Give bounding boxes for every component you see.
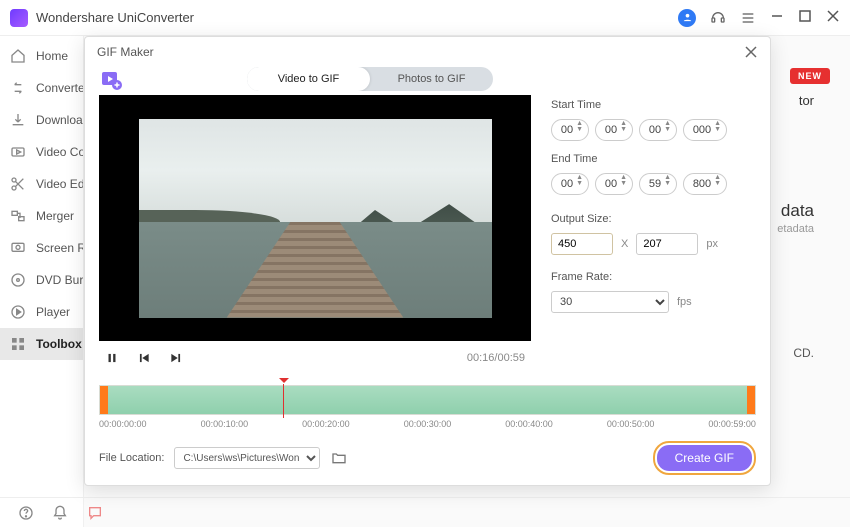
- sidebar-item-screen-recorder[interactable]: Screen Recorder: [0, 232, 83, 264]
- create-gif-button[interactable]: Create GIF: [657, 445, 752, 471]
- playhead[interactable]: [283, 378, 284, 418]
- dialog-title: GIF Maker: [97, 45, 154, 59]
- bg-fragment: etadata: [777, 223, 814, 235]
- sidebar-item-player[interactable]: Player: [0, 296, 83, 328]
- sidebar-item-dvd-burner[interactable]: DVD Burner: [0, 264, 83, 296]
- framerate-select[interactable]: 30: [551, 291, 669, 313]
- bg-fragment: data: [781, 201, 814, 221]
- user-avatar[interactable]: [678, 9, 696, 27]
- ruler-tick: 00:00:50:00: [607, 419, 655, 429]
- output-height-input[interactable]: [636, 233, 698, 255]
- window-maximize-button[interactable]: [798, 9, 812, 26]
- sidebar-item-label: Player: [36, 305, 70, 319]
- trim-end-handle[interactable]: [747, 386, 755, 414]
- stepper-arrows-icon[interactable]: ▲▼: [714, 175, 721, 187]
- start-minutes-input[interactable]: [595, 119, 633, 141]
- titlebar: Wondershare UniConverter: [0, 0, 850, 36]
- multiply-label: X: [621, 238, 628, 250]
- sidebar-item-label: Downloader: [36, 113, 83, 127]
- tab-video-to-gif[interactable]: Video to GIF: [247, 67, 370, 91]
- ruler-tick: 00:00:59:00: [708, 419, 756, 429]
- sidebar-item-video-compressor[interactable]: Video Compressor: [0, 136, 83, 168]
- sidebar-item-merger[interactable]: Merger: [0, 200, 83, 232]
- file-location-select[interactable]: C:\Users\ws\Pictures\Wonders: [174, 447, 320, 469]
- video-preview[interactable]: [99, 95, 531, 341]
- px-label: px: [706, 238, 718, 250]
- ruler-tick: 00:00:10:00: [201, 419, 249, 429]
- start-seconds-input[interactable]: [639, 119, 677, 141]
- fps-label: fps: [677, 296, 692, 308]
- sidebar-item-label: Screen Recorder: [36, 241, 83, 255]
- end-time-label: End Time: [551, 153, 756, 165]
- end-hours-input[interactable]: [551, 173, 589, 195]
- app-title: Wondershare UniConverter: [36, 10, 678, 25]
- bg-fragment: CD.: [793, 346, 814, 360]
- ruler-tick: 00:00:40:00: [505, 419, 553, 429]
- stepper-arrows-icon[interactable]: ▲▼: [664, 121, 671, 133]
- sidebar-item-label: DVD Burner: [36, 273, 83, 287]
- stepper-arrows-icon[interactable]: ▲▼: [620, 175, 627, 187]
- stepper-arrows-icon[interactable]: ▲▼: [714, 121, 721, 133]
- sidebar-item-home[interactable]: Home: [0, 40, 83, 72]
- ruler-tick: 00:00:00:00: [99, 419, 147, 429]
- menu-icon[interactable]: [740, 10, 756, 26]
- sidebar-item-downloader[interactable]: Downloader: [0, 104, 83, 136]
- gif-maker-dialog: GIF Maker Video to GIF Photos to GIF 00:: [84, 36, 771, 486]
- file-location-label: File Location:: [99, 452, 164, 464]
- framerate-label: Frame Rate:: [551, 271, 756, 283]
- window-close-button[interactable]: [826, 9, 840, 26]
- feedback-icon[interactable]: [86, 505, 104, 521]
- sidebar-item-converter[interactable]: Converter: [0, 72, 83, 104]
- output-size-label: Output Size:: [551, 213, 756, 225]
- pause-button[interactable]: [105, 351, 119, 365]
- start-time-label: Start Time: [551, 99, 756, 111]
- mode-tabs: Video to GIF Photos to GIF: [247, 67, 493, 91]
- ruler-tick: 00:00:30:00: [404, 419, 452, 429]
- start-hours-input[interactable]: [551, 119, 589, 141]
- stepper-arrows-icon[interactable]: ▲▼: [576, 175, 583, 187]
- sidebar-item-label: Merger: [36, 209, 74, 223]
- sidebar-item-label: Home: [36, 49, 68, 63]
- tab-photos-to-gif[interactable]: Photos to GIF: [370, 67, 493, 91]
- stepper-arrows-icon[interactable]: ▲▼: [664, 175, 671, 187]
- notifications-icon[interactable]: [52, 505, 68, 521]
- stepper-arrows-icon[interactable]: ▲▼: [576, 121, 583, 133]
- end-minutes-input[interactable]: [595, 173, 633, 195]
- sidebar-item-label: Video Compressor: [36, 145, 83, 159]
- timeline-ruler: 00:00:00:00 00:00:10:00 00:00:20:00 00:0…: [99, 415, 756, 429]
- open-folder-button[interactable]: [330, 450, 348, 466]
- support-icon[interactable]: [710, 10, 726, 26]
- end-seconds-input[interactable]: [639, 173, 677, 195]
- playback-timecode: 00:16/00:59: [467, 352, 525, 364]
- bg-fragment: tor: [799, 93, 814, 108]
- trim-timeline[interactable]: [99, 385, 756, 415]
- sidebar-item-video-editor[interactable]: Video Editor: [0, 168, 83, 200]
- output-width-input[interactable]: [551, 233, 613, 255]
- dialog-close-button[interactable]: [744, 45, 758, 59]
- next-frame-button[interactable]: [169, 351, 183, 365]
- create-gif-highlight: Create GIF: [653, 441, 756, 475]
- sidebar-item-toolbox[interactable]: Toolbox: [0, 328, 83, 360]
- status-bar: [0, 497, 850, 527]
- stepper-arrows-icon[interactable]: ▲▼: [620, 121, 627, 133]
- trim-start-handle[interactable]: [100, 386, 108, 414]
- sidebar-item-label: Toolbox: [36, 337, 82, 351]
- video-thumbnail: [139, 119, 492, 318]
- sidebar-item-label: Converter: [36, 81, 83, 95]
- sidebar: Home Converter Downloader Video Compress…: [0, 36, 84, 527]
- help-icon[interactable]: [18, 505, 34, 521]
- gif-settings-panel: Start Time ▲▼ ▲▼ ▲▼ ▲▼ End Time ▲▼ ▲▼ ▲▼…: [531, 95, 756, 385]
- add-media-button[interactable]: [99, 67, 123, 91]
- ruler-tick: 00:00:20:00: [302, 419, 350, 429]
- sidebar-item-label: Video Editor: [36, 177, 83, 191]
- new-badge: NEW: [790, 68, 830, 84]
- app-logo: [10, 9, 28, 27]
- window-minimize-button[interactable]: [770, 9, 784, 26]
- previous-frame-button[interactable]: [137, 351, 151, 365]
